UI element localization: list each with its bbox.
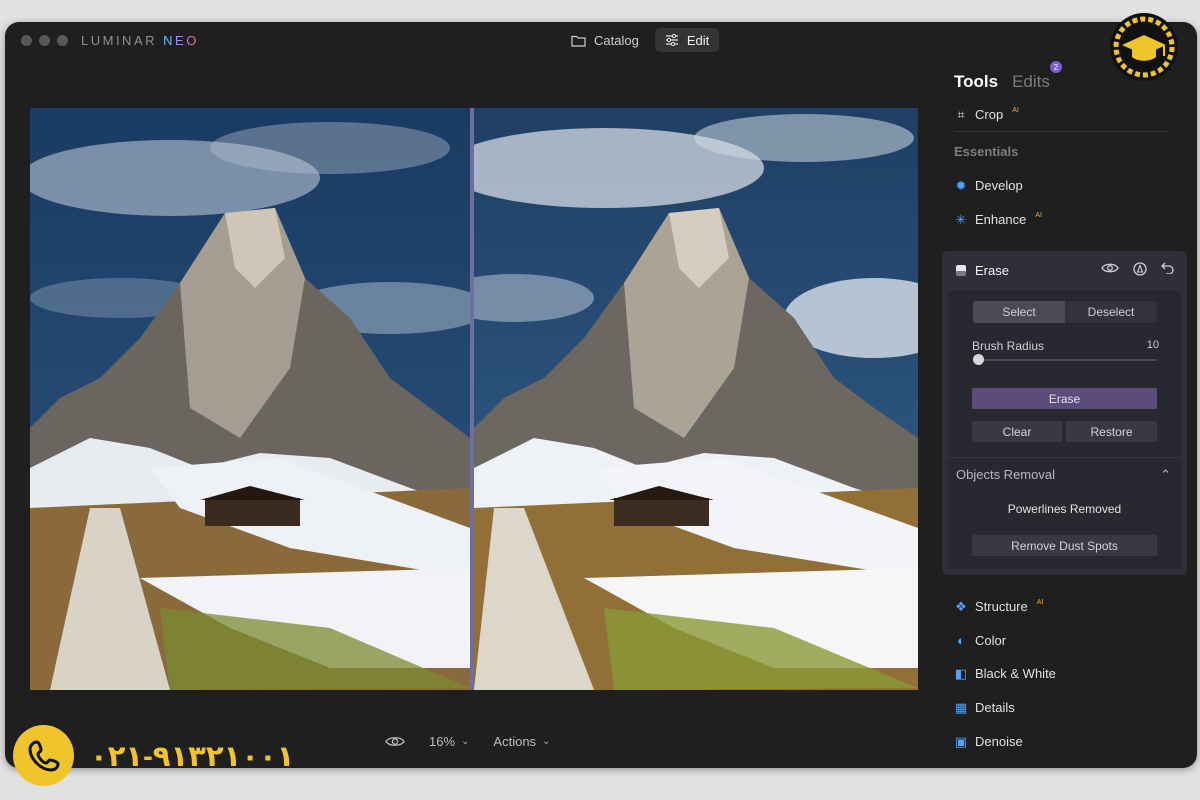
phone-icon bbox=[27, 739, 60, 772]
chevron-up-icon: ⌃ bbox=[1160, 467, 1171, 482]
academy-logo bbox=[1110, 13, 1178, 81]
window-controls bbox=[21, 35, 68, 46]
eye-icon[interactable] bbox=[1101, 262, 1119, 274]
sparkle-icon: ✳ bbox=[955, 211, 967, 227]
tools-panel: Tools Edits 2 ⌗ Crop AI Essentials ✹ Deve… bbox=[942, 22, 1197, 768]
tool-crop[interactable]: ⌗ Crop AI bbox=[954, 106, 1018, 123]
minimize-window-button[interactable] bbox=[39, 35, 50, 46]
color-palette-icon: ◐ bbox=[957, 633, 965, 648]
eraser-icon bbox=[956, 265, 966, 276]
zoom-window-button[interactable] bbox=[57, 35, 68, 46]
erase-header-actions bbox=[1101, 262, 1175, 276]
edits-count-badge: 2 bbox=[1049, 61, 1062, 73]
clear-button[interactable]: Clear bbox=[972, 421, 1062, 442]
app-logo: LUMINAR NEO bbox=[81, 33, 199, 48]
erase-button[interactable]: Erase bbox=[972, 388, 1157, 409]
mountain-photo-after bbox=[474, 108, 918, 690]
deselect-button[interactable]: Deselect bbox=[1065, 301, 1157, 323]
mask-pen-icon[interactable] bbox=[1133, 262, 1147, 276]
tool-color[interactable]: ◐ Color bbox=[954, 633, 1006, 648]
sun-icon: ✹ bbox=[955, 177, 967, 193]
selection-mode-switch: Select Deselect bbox=[973, 301, 1157, 323]
edit-tab[interactable]: Edit bbox=[654, 28, 720, 52]
section-essentials: Essentials bbox=[954, 144, 1019, 159]
divider bbox=[948, 457, 1181, 458]
close-window-button[interactable] bbox=[21, 35, 32, 46]
eye-icon bbox=[385, 737, 405, 746]
sliders-icon bbox=[665, 34, 678, 46]
objects-removal-header[interactable]: Objects Removal ⌃ bbox=[956, 467, 1171, 483]
undo-icon[interactable] bbox=[1161, 262, 1175, 274]
actions-dropdown[interactable]: Actions ⌄ bbox=[493, 734, 550, 749]
select-button[interactable]: Select bbox=[973, 301, 1065, 323]
tab-edits[interactable]: Edits 2 bbox=[1012, 61, 1062, 92]
erase-tool-card: Erase Select Deselect Brush Radius 10 Er… bbox=[942, 251, 1187, 575]
chevron-down-icon: ⌄ bbox=[542, 736, 551, 747]
slider-thumb[interactable] bbox=[973, 354, 984, 365]
catalog-tab[interactable]: Catalog bbox=[561, 28, 649, 52]
remove-dust-spots-button[interactable]: Remove Dust Spots bbox=[972, 535, 1157, 556]
brush-radius-value: 10 bbox=[1146, 339, 1159, 351]
divider bbox=[954, 131, 1169, 132]
chevron-down-icon: ⌄ bbox=[461, 736, 470, 747]
erase-settings: Select Deselect Brush Radius 10 Erase Cl… bbox=[948, 291, 1181, 569]
details-icon: ▦ bbox=[954, 699, 968, 715]
mountain-photo-before bbox=[30, 108, 470, 690]
mode-switcher: Catalog Edit bbox=[561, 28, 720, 52]
denoise-icon: ▣ bbox=[954, 733, 968, 749]
before-image[interactable] bbox=[30, 108, 470, 690]
brush-radius-label: Brush Radius bbox=[972, 339, 1045, 353]
phone-call-button[interactable] bbox=[13, 725, 74, 786]
tool-black-white[interactable]: ◧ Black & White bbox=[954, 665, 1056, 682]
tool-enhance[interactable]: ✳ Enhance AI bbox=[954, 211, 1042, 228]
app-window: LUMINAR NEO Catalog Edit 16% ⌄ Actions ⌄… bbox=[5, 22, 1197, 768]
phone-number: ۰۲۱-۹۱۳۲۱۰۰۱ bbox=[90, 741, 295, 773]
erase-header[interactable]: Erase bbox=[955, 263, 1009, 278]
preview-toggle[interactable] bbox=[385, 735, 405, 748]
structure-icon: ❖ bbox=[955, 598, 967, 614]
tab-tools[interactable]: Tools bbox=[954, 72, 998, 92]
tool-develop[interactable]: ✹ Develop bbox=[954, 177, 1023, 194]
tool-structure[interactable]: ❖ Structure AI bbox=[954, 598, 1043, 615]
after-image[interactable] bbox=[474, 108, 918, 690]
zoom-dropdown[interactable]: 16% ⌄ bbox=[429, 734, 469, 749]
restore-button[interactable]: Restore bbox=[1066, 421, 1157, 442]
crop-icon: ⌗ bbox=[957, 106, 965, 122]
tool-details[interactable]: ▦ Details bbox=[954, 699, 1015, 716]
tool-denoise[interactable]: ▣ Denoise bbox=[954, 733, 1023, 750]
brush-radius-slider[interactable] bbox=[975, 359, 1157, 361]
black-white-icon: ◧ bbox=[954, 665, 968, 681]
folder-icon bbox=[571, 35, 586, 47]
panel-tabs: Tools Edits 2 bbox=[954, 61, 1062, 92]
bottom-toolbar: 16% ⌄ Actions ⌄ bbox=[385, 734, 550, 749]
objects-removal-status: Powerlines Removed bbox=[1007, 502, 1122, 516]
